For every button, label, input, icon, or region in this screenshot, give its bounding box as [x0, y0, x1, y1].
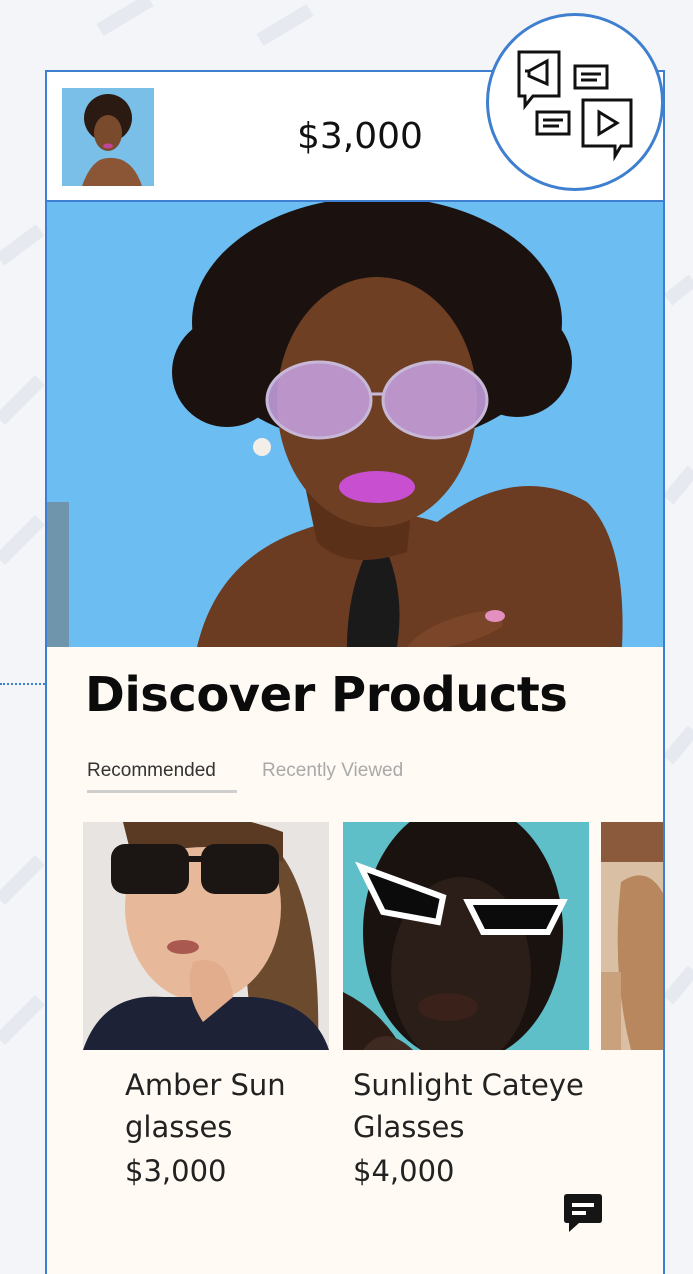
- chat-bubble-icon[interactable]: [563, 1192, 603, 1236]
- product-name: Amber Sun glasses: [125, 1064, 286, 1148]
- section-title: Discover Products: [85, 667, 568, 723]
- hero-image: [47, 202, 663, 647]
- product-card[interactable]: [601, 822, 663, 1182]
- connector-line: [0, 683, 45, 687]
- product-price: $3,000: [125, 1154, 227, 1188]
- product-image[interactable]: [83, 822, 329, 1050]
- product-name-line1: Amber Sun: [125, 1068, 286, 1102]
- campaign-chat-icon[interactable]: [486, 13, 664, 191]
- product-name: Sunlight Cateye Glasses: [353, 1064, 584, 1148]
- product-card[interactable]: Sunlight Cateye Glasses $4,000: [343, 822, 589, 1188]
- product-image[interactable]: [343, 822, 589, 1050]
- tab-recently-viewed[interactable]: Recently Viewed: [262, 760, 403, 782]
- header-price: $3,000: [297, 116, 423, 157]
- product-image[interactable]: [601, 822, 663, 1050]
- product-name-line2: glasses: [125, 1110, 233, 1144]
- product-price: $4,000: [353, 1154, 455, 1188]
- avatar[interactable]: [62, 88, 154, 186]
- active-tab-indicator: [87, 790, 237, 793]
- tab-recommended[interactable]: Recommended: [87, 760, 216, 782]
- product-name-line1: Sunlight Cateye: [353, 1068, 584, 1102]
- product-card[interactable]: Amber Sun glasses $3,000: [83, 822, 329, 1188]
- app-screen: $3,000 Discover Products Recommended Rec…: [45, 70, 665, 1274]
- product-name-line2: Glasses: [353, 1110, 465, 1144]
